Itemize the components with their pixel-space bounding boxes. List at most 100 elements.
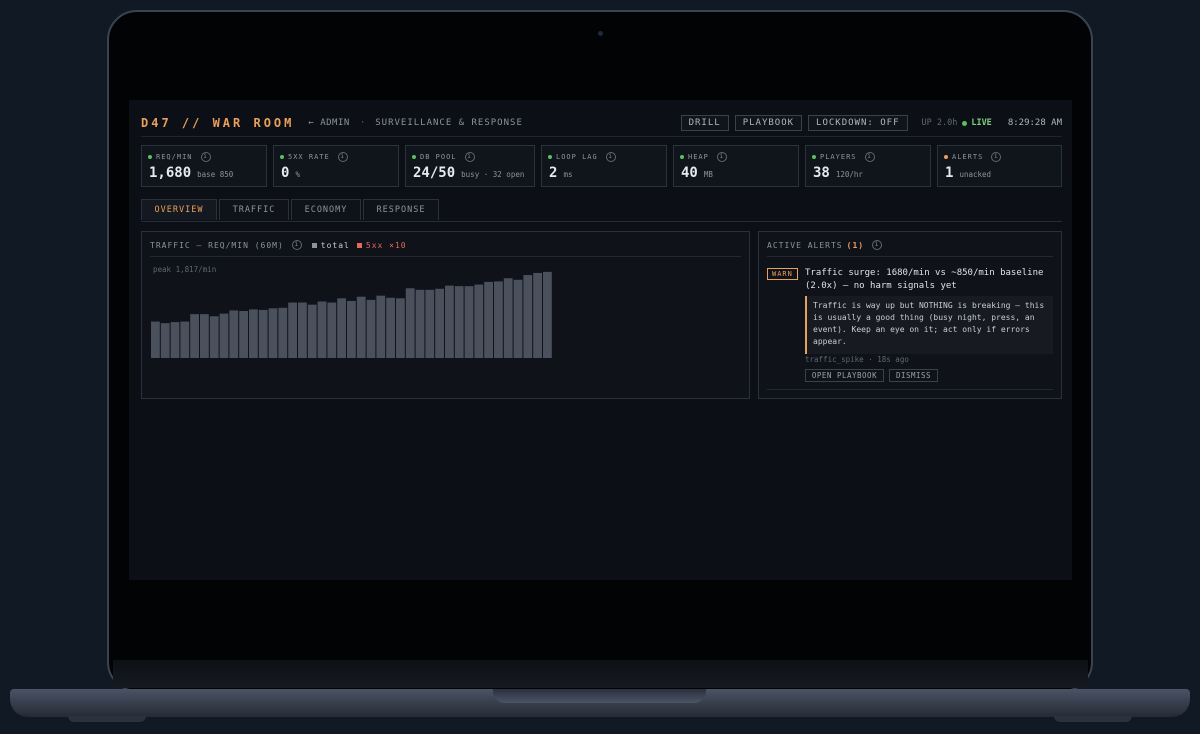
- traffic-bar: [405, 288, 415, 358]
- info-icon[interactable]: i: [337, 152, 348, 162]
- info-icon[interactable]: i: [464, 152, 475, 162]
- metric-card-5xx-rate[interactable]: 5XX RATE i 0%: [273, 145, 399, 187]
- dismiss-button[interactable]: DISMISS: [889, 369, 938, 382]
- status-dot-icon: [812, 155, 816, 159]
- traffic-bar: [503, 278, 513, 358]
- traffic-bar: [151, 321, 160, 358]
- back-to-admin-link[interactable]: ← ADMIN: [308, 118, 349, 128]
- header-bar: D47 // WAR ROOM ← ADMIN · SURVEILLANCE &…: [141, 110, 1062, 137]
- laptop-notch: [493, 689, 706, 703]
- traffic-bar: [484, 281, 493, 358]
- lockdown-toggle[interactable]: LOCKDOWN: OFF: [808, 115, 908, 131]
- metric-value: 24/50: [413, 165, 456, 181]
- traffic-bar: [337, 298, 346, 358]
- traffic-bar: [249, 309, 258, 358]
- alert-description: Traffic is way up but NOTHING is breakin…: [805, 296, 1053, 354]
- traffic-bar: [445, 285, 454, 358]
- laptop-foot-left: [68, 716, 146, 722]
- status-dot-icon: [148, 155, 152, 159]
- metric-card-heap[interactable]: HEAP i 40 MB: [673, 145, 799, 187]
- info-icon[interactable]: i: [991, 152, 1002, 162]
- traffic-bar: [298, 302, 307, 358]
- traffic-bar: [435, 288, 444, 358]
- traffic-bar: [376, 295, 386, 358]
- alerts-count: (1): [846, 240, 865, 250]
- traffic-bar: [474, 284, 484, 358]
- metric-label: ALERTS: [952, 153, 984, 161]
- metric-card-db-pool[interactable]: DB POOL i 24/50 busy · 32 open: [405, 145, 535, 187]
- tab-traffic[interactable]: TRAFFIC: [219, 199, 289, 220]
- metric-label: 5XX RATE: [288, 153, 330, 161]
- traffic-bar: [268, 308, 278, 358]
- metric-label: DB POOL: [420, 153, 457, 161]
- info-icon[interactable]: i: [864, 152, 875, 162]
- uptime-readout: UP 2.0h: [921, 118, 958, 128]
- live-dot-icon: [962, 120, 968, 126]
- traffic-bar: [513, 279, 523, 358]
- header-separator: ·: [359, 118, 366, 128]
- traffic-bar: [543, 271, 552, 358]
- status-dot-icon: [280, 155, 284, 159]
- traffic-bar: [317, 301, 327, 358]
- screen: D47 // WAR ROOM ← ADMIN · SURVEILLANCE &…: [129, 100, 1072, 580]
- traffic-bar: [160, 323, 170, 358]
- traffic-bar: [454, 286, 464, 358]
- metric-unit: 120/hr: [835, 170, 863, 179]
- alert-title: Traffic surge: 1680/min vs ~850/min base…: [805, 268, 1044, 291]
- traffic-bar: [464, 286, 474, 358]
- traffic-bar: [415, 289, 425, 358]
- traffic-panel: TRAFFIC — REQ/MIN (60M) i total 5xx ×10 …: [141, 231, 750, 399]
- traffic-bar: [278, 307, 288, 358]
- info-icon[interactable]: i: [872, 240, 883, 250]
- alerts-panel-title: ACTIVE ALERTS: [767, 240, 843, 250]
- traffic-bar: [190, 314, 199, 358]
- camera: [598, 31, 603, 36]
- traffic-bar: [425, 289, 435, 358]
- tab-economy[interactable]: ECONOMY: [291, 199, 361, 220]
- metric-unit: %: [295, 170, 300, 179]
- playbook-button[interactable]: PLAYBOOK: [734, 115, 803, 131]
- metric-unit: busy · 32 open: [461, 170, 525, 179]
- info-icon[interactable]: i: [605, 152, 616, 162]
- traffic-bar: [170, 322, 180, 358]
- traffic-bar: [533, 272, 542, 358]
- traffic-bar: [386, 297, 395, 358]
- traffic-bar: [200, 314, 209, 358]
- status-dot-icon: [944, 155, 948, 159]
- page-subtitle: SURVEILLANCE & RESPONSE: [375, 118, 523, 128]
- traffic-bar: [209, 316, 219, 358]
- tab-response[interactable]: RESPONSE: [363, 199, 439, 220]
- traffic-bar: [366, 299, 376, 358]
- metric-card-alerts[interactable]: ALERTS i 1 unacked: [937, 145, 1062, 187]
- alerts-panel: ACTIVE ALERTS (1) i WARN Traffic surge: …: [758, 231, 1062, 399]
- traffic-bar: [229, 310, 239, 358]
- metric-label: PLAYERS: [820, 153, 857, 161]
- status-dot-icon: [412, 155, 416, 159]
- laptop-foot-right: [1054, 716, 1132, 722]
- info-icon[interactable]: i: [716, 152, 727, 162]
- traffic-bar: [180, 321, 190, 358]
- traffic-bar: [239, 310, 248, 358]
- clock: 8:29:28 AM: [1007, 118, 1062, 128]
- metric-value: 40: [681, 165, 698, 181]
- traffic-bar: [523, 275, 533, 358]
- open-playbook-button[interactable]: OPEN PLAYBOOK: [805, 369, 884, 382]
- metric-label: LOOP LAG: [556, 153, 598, 161]
- live-indicator: LIVE: [962, 118, 992, 128]
- laptop-hinge: [113, 660, 1088, 688]
- metric-cards: REQ/MIN i 1,680 base 850 5XX RATE i 0% DB P…: [141, 145, 1062, 189]
- tab-overview[interactable]: OVERVIEW: [141, 199, 217, 220]
- traffic-bar: [288, 302, 297, 358]
- traffic-bar: [494, 281, 503, 358]
- alert-meta: traffic_spike · 18s ago: [805, 355, 909, 364]
- drill-button[interactable]: DRILL: [680, 115, 729, 131]
- metric-unit: base 850: [197, 170, 234, 179]
- status-dot-icon: [680, 155, 684, 159]
- metric-card-loop-lag[interactable]: LOOP LAG i 2 ms: [541, 145, 667, 187]
- metric-label: REQ/MIN: [156, 153, 193, 161]
- metric-unit: ms: [563, 170, 573, 179]
- metric-card-players[interactable]: PLAYERS i 38 120/hr: [805, 145, 931, 187]
- traffic-bar: [356, 296, 366, 358]
- metric-card-req-min[interactable]: REQ/MIN i 1,680 base 850: [141, 145, 267, 187]
- info-icon[interactable]: i: [200, 152, 211, 162]
